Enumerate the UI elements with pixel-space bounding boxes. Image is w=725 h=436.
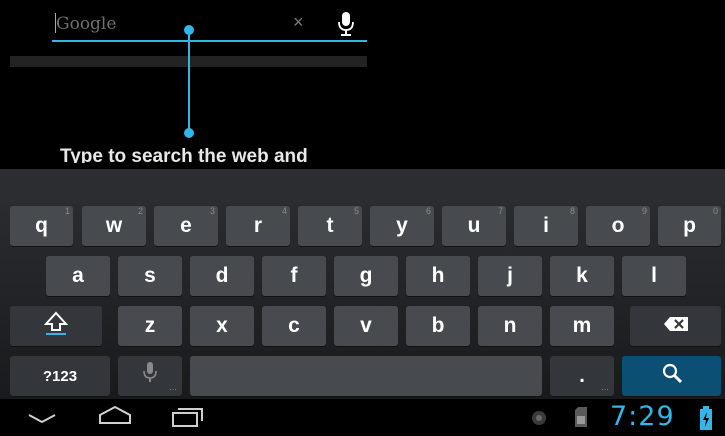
key-x[interactable]: x [190, 306, 254, 346]
key-o[interactable]: o9 [586, 206, 650, 246]
key-n[interactable]: n [478, 306, 542, 346]
key-q[interactable]: q1 [10, 206, 73, 246]
key-y[interactable]: y6 [370, 206, 434, 246]
more-options-dots: ⋯ [601, 385, 609, 394]
key-k[interactable]: k [550, 256, 614, 296]
key-hint: 3 [209, 206, 215, 216]
key-v[interactable]: v [334, 306, 398, 346]
search-key[interactable] [622, 356, 721, 396]
key-label: h [431, 264, 445, 287]
key-label: r [253, 214, 263, 237]
key-z[interactable]: z [118, 306, 182, 346]
key-label: q [35, 214, 48, 237]
key-hint: 6 [425, 206, 431, 216]
recents-icon[interactable] [170, 405, 206, 432]
shift-key[interactable] [10, 306, 102, 346]
key-label: . [579, 364, 585, 387]
key-label: n [503, 314, 517, 337]
shift-icon [43, 310, 69, 342]
battery-charging-icon [700, 406, 712, 435]
key-label: t [326, 214, 334, 237]
key-l[interactable]: l [622, 256, 686, 296]
search-bar [52, 8, 367, 40]
space-key[interactable] [190, 356, 542, 396]
key-hint: 2 [137, 206, 143, 216]
key-hint: 8 [569, 206, 575, 216]
voice-input-key[interactable]: ⋯ [118, 356, 182, 396]
backspace-icon [663, 314, 689, 338]
key-hint: 1 [64, 206, 70, 216]
key-label: l [651, 264, 657, 287]
status-clock: 7:29 [610, 401, 675, 432]
keyboard-candidate-strip [0, 169, 725, 203]
sd-card-icon [574, 406, 588, 433]
key-label: s [144, 264, 156, 287]
key-label: f [290, 264, 298, 287]
selection-handle-top[interactable] [184, 25, 194, 35]
key-hint: 9 [641, 206, 647, 216]
key-label: b [431, 314, 445, 337]
key-j[interactable]: j [478, 256, 542, 296]
key-label: e [180, 214, 192, 237]
key-c[interactable]: c [262, 306, 326, 346]
key-label: v [360, 314, 372, 337]
key-i[interactable]: i8 [514, 206, 578, 246]
key-g[interactable]: g [334, 256, 398, 296]
selection-handle-bottom[interactable] [184, 128, 194, 138]
key-label: p [683, 214, 696, 237]
key-label: u [467, 214, 481, 237]
key-hint: 4 [281, 206, 287, 216]
key-label: ?123 [42, 367, 78, 385]
search-icon [661, 362, 683, 390]
key-label: m [572, 314, 592, 337]
backspace-key[interactable] [630, 306, 721, 346]
search-input[interactable] [56, 12, 286, 36]
search-underline [52, 40, 367, 42]
symbols-key[interactable]: ?123 [10, 356, 110, 396]
key-u[interactable]: u7 [442, 206, 506, 246]
key-a[interactable]: a [46, 256, 110, 296]
key-label: y [396, 214, 408, 237]
clear-icon[interactable]: × [293, 13, 304, 31]
key-f[interactable]: f [262, 256, 326, 296]
more-options-dots: ⋯ [169, 385, 177, 394]
key-label: x [216, 314, 228, 337]
key-label: a [72, 264, 84, 287]
key-m[interactable]: m [550, 306, 614, 346]
key-label: z [144, 314, 156, 337]
selection-handle-line [188, 30, 190, 134]
key-hint: 5 [353, 206, 359, 216]
notification-icon[interactable] [531, 410, 547, 431]
back-icon[interactable] [27, 408, 57, 431]
search-hint-text: Type to search the web and [60, 146, 308, 163]
key-label: g [359, 264, 373, 287]
key-label: j [507, 264, 513, 287]
key-d[interactable]: d [190, 256, 254, 296]
key-w[interactable]: w2 [82, 206, 146, 246]
key-label: k [576, 264, 588, 287]
key-b[interactable]: b [406, 306, 470, 346]
key-label: c [288, 314, 300, 337]
key-r[interactable]: r4 [226, 206, 290, 246]
key-h[interactable]: h [406, 256, 470, 296]
key-t[interactable]: t5 [298, 206, 362, 246]
key-e[interactable]: e3 [154, 206, 218, 246]
key-label: w [105, 214, 123, 237]
key-s[interactable]: s [118, 256, 182, 296]
key-p[interactable]: p0 [658, 206, 721, 246]
mic-icon [142, 361, 158, 391]
key-label: d [215, 264, 229, 287]
text-cursor [55, 13, 56, 33]
key-hint: 7 [497, 206, 503, 216]
home-icon[interactable] [97, 404, 133, 431]
key-label: o [611, 214, 625, 237]
period-key[interactable]: . ⋯ [550, 356, 614, 396]
key-hint: 0 [712, 206, 718, 216]
voice-search-mic-icon[interactable] [337, 11, 355, 37]
key-label: i [543, 214, 549, 237]
